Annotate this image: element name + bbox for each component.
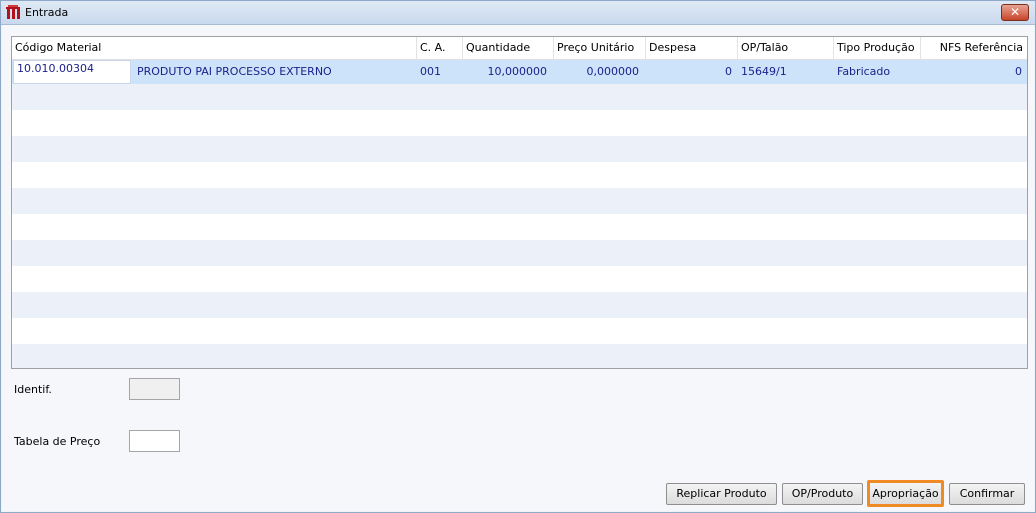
grid-header: Código Material C. A. Quantidade Preço U… [12, 37, 1027, 60]
title-bar: Entrada ✕ [1, 1, 1035, 25]
confirmar-button[interactable]: Confirmar [949, 483, 1025, 505]
empty-row [12, 292, 1027, 318]
empty-row [12, 162, 1027, 188]
table-row[interactable]: 10.010.00304 PRODUTO PAI PROCESSO EXTERN… [12, 60, 1027, 84]
grid-rows: 10.010.00304 PRODUTO PAI PROCESSO EXTERN… [12, 60, 1027, 368]
empty-row [12, 214, 1027, 240]
column-header-preco-unitario[interactable]: Preço Unitário [554, 37, 646, 59]
column-header-ca[interactable]: C. A. [417, 37, 463, 59]
preco-unitario-cell[interactable]: 0,000000 [554, 60, 642, 84]
tipo-producao-cell[interactable]: Fabricado [834, 60, 921, 84]
column-header-despesa[interactable]: Despesa [646, 37, 738, 59]
app-logo-icon [6, 5, 20, 19]
empty-row [12, 318, 1027, 344]
column-header-tipo-producao[interactable]: Tipo Produção [834, 37, 921, 59]
items-grid[interactable]: Código Material C. A. Quantidade Preço U… [11, 36, 1028, 369]
tabela-preco-field[interactable] [129, 430, 180, 452]
apropriacao-button[interactable]: Apropriação [867, 480, 944, 507]
empty-row [12, 110, 1027, 136]
entrada-window: Entrada ✕ Código Material C. A. Quantida… [0, 0, 1036, 513]
quantidade-cell[interactable]: 10,000000 [463, 60, 550, 84]
empty-row [12, 240, 1027, 266]
identif-label: Identif. [14, 383, 52, 396]
column-header-codigo-material[interactable]: Código Material [12, 37, 417, 59]
empty-row [12, 266, 1027, 292]
despesa-cell[interactable]: 0 [646, 60, 735, 84]
window-title: Entrada [25, 6, 69, 19]
empty-row [12, 84, 1027, 110]
op-talao-cell[interactable]: 15649/1 [738, 60, 834, 84]
identif-field[interactable] [129, 378, 180, 400]
empty-row [12, 136, 1027, 162]
column-header-quantidade[interactable]: Quantidade [463, 37, 554, 59]
op-produto-button[interactable]: OP/Produto [782, 483, 863, 505]
codigo-material-cell[interactable]: 10.010.00304 [13, 60, 131, 84]
nfs-referencia-cell[interactable]: 0 [921, 60, 1025, 84]
tabela-preco-label: Tabela de Preço [14, 435, 101, 448]
close-button[interactable]: ✕ [1001, 4, 1029, 21]
column-header-nfs-referencia[interactable]: NFS Referência [921, 37, 1027, 59]
descricao-cell[interactable]: PRODUTO PAI PROCESSO EXTERNO [134, 60, 414, 84]
client-area: Código Material C. A. Quantidade Preço U… [2, 25, 1034, 511]
replicar-produto-button[interactable]: Replicar Produto [666, 483, 777, 505]
empty-row [12, 188, 1027, 214]
close-icon: ✕ [1009, 5, 1021, 19]
empty-row [12, 344, 1027, 368]
column-header-op-talao[interactable]: OP/Talão [738, 37, 834, 59]
ca-cell[interactable]: 001 [417, 60, 463, 84]
